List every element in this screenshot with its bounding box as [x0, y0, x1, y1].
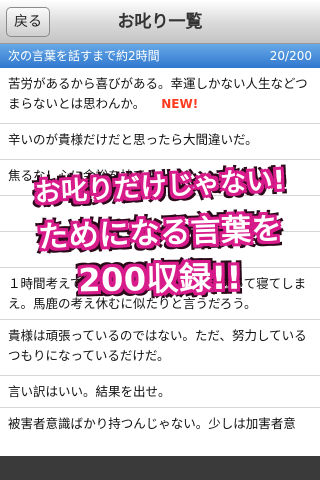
list-item[interactable]: 辛いのが貴様だけだと思ったら大間違いだ。: [0, 124, 320, 160]
promo-line-2: ためになる言葉を: [37, 211, 283, 256]
list-item-text: 言い訳はいい。結果を出せ。: [8, 384, 171, 399]
section-header: 次の言葉を話すまで約2時間 20/200: [0, 44, 320, 68]
list-item[interactable]: 貴様は頑張っているのではない。ただ、努力しているつもりになっているだけだ。: [0, 320, 320, 376]
navigation-bar: 戻る お叱り一覧: [0, 0, 320, 44]
promo-line-1: お叱りだけじゃない!: [34, 165, 287, 209]
promo-line-3: 200収録!!: [77, 258, 243, 300]
list-item[interactable]: 苦労があるから喜びがある。幸運しかない人生などつまらないとは思わんか。 NEW!: [0, 68, 320, 124]
progress-count: 20/200: [269, 49, 312, 63]
list-item[interactable]: 被害者意識ばかり持つんじゃない。少しは加害者意: [0, 408, 320, 456]
list-item-text: 苦労があるから喜びがある。幸運しかない人生などつまらないとは思わんか。: [8, 76, 308, 111]
new-badge: NEW!: [161, 97, 199, 111]
bottom-bar: [0, 456, 320, 480]
page-title: お叱り一覧: [117, 12, 203, 32]
list-item-text: 辛いのが貴様だけだと思ったら大間違いだ。: [8, 132, 258, 147]
promo-banner: お叱りだけじゃない! ためになる言葉を 200収録!!: [10, 162, 310, 302]
list-item-text: 被害者意識ばかり持つんじゃない。少しは加害者意: [8, 416, 296, 431]
list-item[interactable]: 言い訳はいい。結果を出せ。: [0, 376, 320, 408]
countdown-label: 次の言葉を話すまで約2時間: [8, 49, 160, 63]
list-item-text: 貴様は頑張っているのではない。ただ、努力しているつもりになっているだけだ。: [8, 328, 307, 363]
